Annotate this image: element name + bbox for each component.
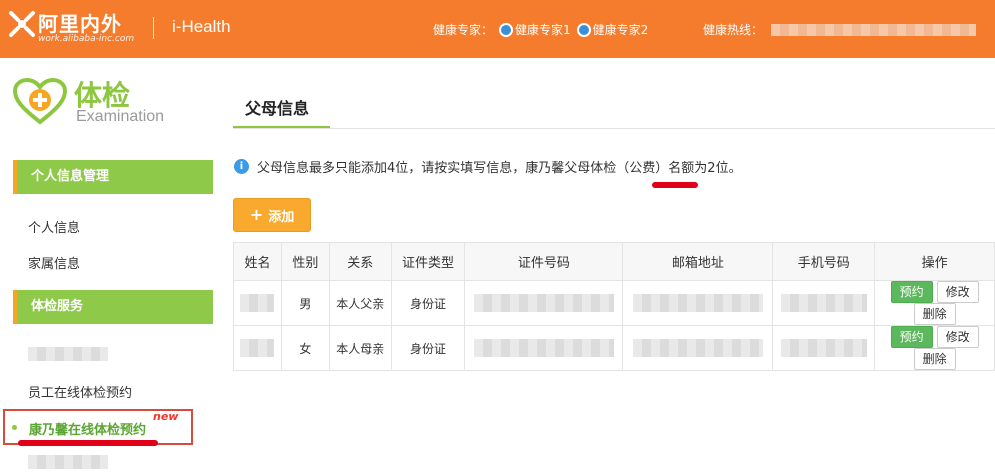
table-row: 女 本人母亲 身份证 预约 修改删除 — [233, 325, 995, 371]
active-dot — [12, 425, 17, 430]
app-name[interactable]: i-Health — [172, 17, 231, 37]
relation-cell: 本人母亲 — [328, 325, 392, 371]
column-header: 证件号码 — [464, 242, 624, 281]
id-number-cell — [464, 280, 624, 326]
top-header: 阿里内外 work.alibaba-inc.com i-Health 健康专家：… — [0, 0, 995, 58]
gender-cell: 男 — [280, 280, 330, 326]
brand-subtitle: Examination — [76, 108, 165, 125]
actions-cell: 预约 修改删除 — [874, 280, 995, 326]
health-experts: 健康专家： 健康专家1 健康专家2 — [433, 21, 648, 38]
expert-1-label: 健康专家1 — [515, 23, 571, 37]
column-header: 性别 — [280, 242, 330, 281]
logo-text[interactable]: 阿里内外 — [38, 8, 122, 37]
plus-icon: + — [249, 205, 264, 224]
info-notice: i 父母信息最多只能添加4位，请按实填写信息，康乃馨父母体检（公费）名额为2位。 — [234, 157, 742, 176]
column-header: 手机号码 — [772, 242, 876, 281]
header-divider — [153, 17, 154, 39]
alibaba-logo-icon[interactable] — [8, 10, 36, 38]
redacted-phone — [780, 294, 867, 312]
redacted-email — [632, 339, 763, 357]
sidebar-item-redacted-2[interactable] — [28, 455, 108, 469]
phone-cell — [772, 280, 876, 326]
experts-label: 健康专家： — [433, 23, 494, 37]
notice-text-part-1: 父母信息最多只能添加4位，请按实填写信息，康乃馨父母体检 — [257, 161, 617, 176]
parents-table: 姓名 性别 关系 证件类型 证件号码 邮箱地址 手机号码 操作 男 本人父亲 身… — [233, 242, 995, 371]
notice-text: 父母信息最多只能添加4位，请按实填写信息，康乃馨父母体检（公费）名额为2位。 — [257, 157, 742, 176]
chat-icon — [499, 22, 514, 37]
id-type-cell: 身份证 — [390, 325, 466, 371]
edit-button[interactable]: 修改 — [936, 326, 979, 348]
edit-button[interactable]: 修改 — [936, 281, 979, 303]
column-header: 邮箱地址 — [622, 242, 774, 281]
name-cell — [233, 280, 282, 326]
book-button[interactable]: 预约 — [890, 326, 933, 348]
column-header: 证件类型 — [390, 242, 466, 281]
sidebar-item-personal-info[interactable]: 个人信息 — [28, 217, 80, 236]
sidebar-item-active-label: 康乃馨在线体检预约 — [29, 423, 147, 438]
sidebar-item-redacted[interactable] — [28, 347, 108, 361]
table-header-row: 姓名 性别 关系 证件类型 证件号码 邮箱地址 手机号码 操作 — [233, 242, 995, 281]
id-type-cell: 身份证 — [390, 280, 466, 326]
actions-cell: 预约 修改删除 — [874, 325, 995, 371]
tab-parents-info[interactable]: 父母信息 — [245, 95, 309, 119]
expert-link-1[interactable]: 健康专家1 — [499, 21, 571, 38]
column-header: 姓名 — [233, 242, 282, 281]
red-underline-mark-2 — [652, 182, 698, 188]
add-button-label: 添加 — [268, 209, 295, 225]
expert-link-2[interactable]: 健康专家2 — [576, 21, 649, 38]
notice-highlight: （公费） — [616, 161, 669, 176]
delete-button[interactable]: 删除 — [913, 303, 956, 325]
sidebar-item-employee-booking[interactable]: 员工在线体检预约 — [28, 382, 132, 401]
logo-subtext: work.alibaba-inc.com — [38, 34, 135, 44]
redacted-email — [632, 294, 763, 312]
info-icon: i — [234, 159, 249, 174]
add-parent-button[interactable]: + 添加 — [233, 198, 311, 232]
table-row: 男 本人父亲 身份证 预约 修改删除 — [233, 280, 995, 326]
expert-2-label: 健康专家2 — [592, 23, 649, 37]
sidebar-item-family-info[interactable]: 家属信息 — [28, 253, 80, 272]
redacted-name — [240, 339, 275, 357]
chat-icon — [576, 22, 591, 37]
relation-cell: 本人父亲 — [328, 280, 392, 326]
new-badge: new — [153, 410, 179, 423]
email-cell — [622, 325, 774, 371]
red-underline-mark — [18, 440, 158, 446]
phone-cell — [772, 325, 876, 371]
hotline-label: 健康热线： — [703, 23, 764, 37]
health-heart-icon — [12, 78, 68, 125]
sidebar-section-exam[interactable]: 体检服务 — [13, 290, 213, 324]
redacted-id — [473, 294, 614, 312]
column-header: 操作 — [874, 242, 995, 281]
redacted-id — [473, 339, 614, 357]
id-number-cell — [464, 325, 624, 371]
book-button[interactable]: 预约 — [890, 281, 933, 303]
health-hotline: 健康热线： — [703, 21, 977, 38]
sidebar-section-personal[interactable]: 个人信息管理 — [13, 160, 213, 194]
email-cell — [622, 280, 774, 326]
delete-button[interactable]: 删除 — [913, 348, 956, 370]
name-cell — [233, 325, 282, 371]
redacted-name — [240, 294, 275, 312]
tab-divider — [233, 128, 995, 129]
gender-cell: 女 — [280, 325, 330, 371]
redacted-phone — [780, 339, 867, 357]
notice-text-part-2: 名额为2位。 — [668, 161, 742, 176]
column-header: 关系 — [328, 242, 392, 281]
hotline-number-redacted — [771, 23, 977, 36]
